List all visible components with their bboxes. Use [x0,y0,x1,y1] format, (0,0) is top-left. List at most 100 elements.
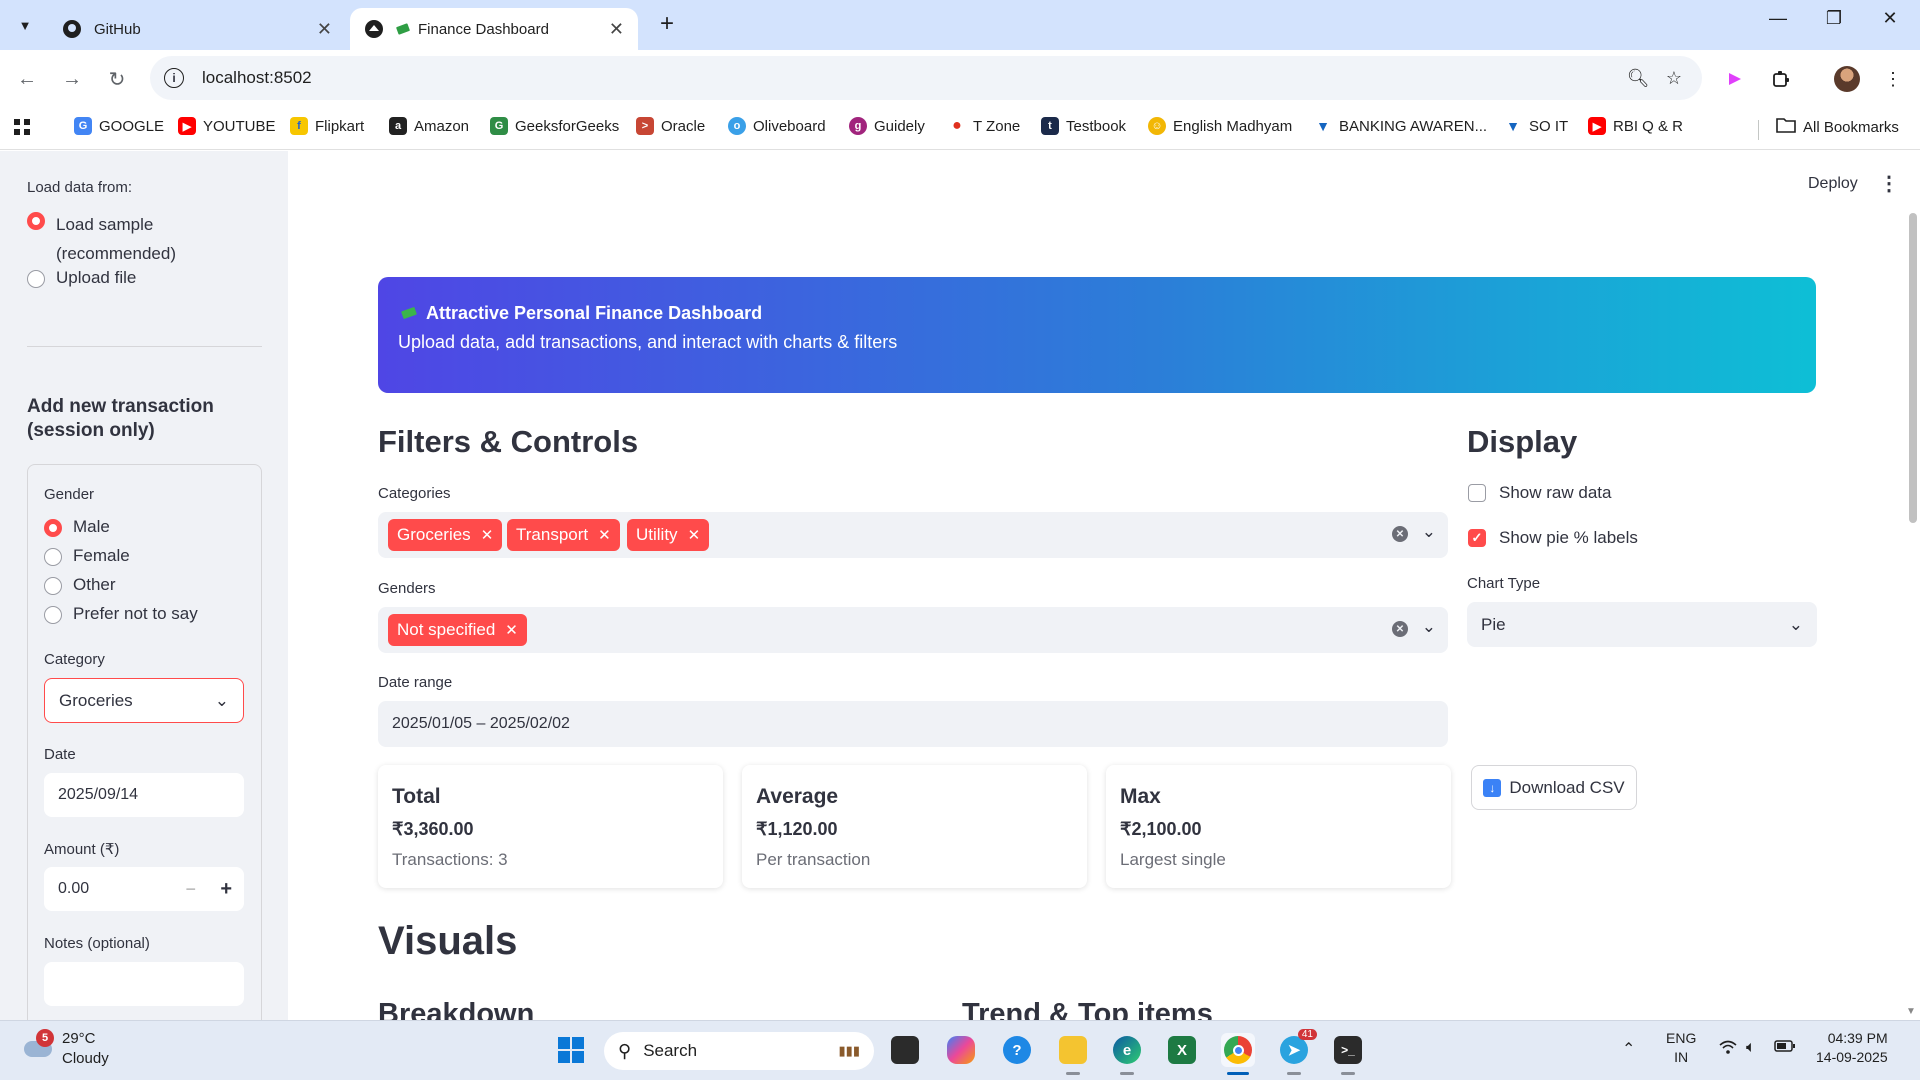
all-bookmarks[interactable]: All Bookmarks [1776,117,1899,137]
oliveboard-icon: o [728,117,746,135]
close-icon[interactable]: ✕ [688,526,701,544]
site-info-icon[interactable]: i [164,68,184,88]
so-it-icon: ▼ [1506,118,1520,134]
bookmark-geeksforgeeks[interactable]: G GeeksforGeeks [490,117,619,135]
taskbar-app-copilot[interactable] [944,1033,978,1067]
weather-widget[interactable]: 5 29°C Cloudy [22,1029,109,1069]
download-csv-button[interactable]: ↓ Download CSV [1471,765,1637,810]
plus-icon[interactable]: + [220,878,232,901]
show-raw-data-checkbox[interactable]: Show raw data [1468,483,1611,503]
url-text[interactable]: localhost:8502 [202,68,1620,88]
volume-icon[interactable]: 🔈︎ [1746,1039,1756,1057]
minus-icon[interactable]: − [185,879,196,900]
chart-type-select[interactable]: Pie ⌄ [1467,602,1817,647]
battery-icon[interactable] [1774,1039,1796,1058]
deploy-button[interactable]: Deploy [1808,175,1858,193]
radio-gender-other[interactable]: Other [44,575,116,595]
profile-avatar[interactable] [1834,66,1860,92]
taskbar-app-telegram[interactable]: ➤ 41 [1277,1029,1317,1075]
close-window-button[interactable]: ✕ [1870,8,1910,29]
bookmark-tzone[interactable]: ● T Zone [948,117,1020,135]
taskbar-app-terminal[interactable]: >_ [1331,1033,1365,1075]
categories-multiselect[interactable]: Groceries ✕ Transport ✕ Utility ✕ ✕ ⌄ [378,512,1448,558]
start-button[interactable] [554,1033,588,1067]
bookmark-testbook[interactable]: t Testbook [1041,117,1126,135]
radio-gender-prefer-not[interactable]: Prefer not to say [44,604,198,624]
scrollbar[interactable] [1909,213,1917,523]
reload-button[interactable]: ↻ [102,64,132,94]
radio-unselected-icon [44,548,62,566]
taskbar-app-excel[interactable]: X [1165,1033,1199,1067]
category-select[interactable]: Groceries ⌄ [44,678,244,723]
radio-load-sample[interactable]: Load sample (recommended) [27,210,247,268]
main-menu-icon[interactable]: ⋮ [1879,171,1899,196]
minimize-button[interactable]: — [1758,8,1798,29]
chevron-down-icon[interactable]: ⌄ [1422,617,1436,637]
tab-search-button[interactable]: ▼ [10,11,40,39]
chip-transport[interactable]: Transport ✕ [507,519,620,551]
taskbar-search[interactable]: ⚲ Search ▮▮▮ [604,1032,874,1070]
oracle-icon: > [636,117,654,135]
taskbar-app-explorer[interactable] [1056,1033,1090,1075]
wifi-icon[interactable] [1718,1039,1738,1060]
radio-upload-file[interactable]: Upload file [27,268,136,288]
close-icon[interactable]: ✕ [505,621,518,639]
close-icon[interactable]: ✕ [481,526,494,544]
amazon-icon: a [389,117,407,135]
bookmark-youtube[interactable]: ▶ YOUTUBE [178,117,276,135]
bookmark-google[interactable]: G GOOGLE [74,117,164,135]
bookmark-so-it[interactable]: ▼ SO IT [1504,117,1568,135]
bookmark-rbi[interactable]: ▶ RBI Q & R [1588,117,1683,135]
back-button[interactable]: ← [12,64,42,94]
apps-icon[interactable] [12,117,32,137]
notes-input[interactable] [44,962,244,1006]
bookmark-guidely[interactable]: g Guidely [849,117,925,135]
clock[interactable]: 04:39 PM 14-09-2025 [1816,1029,1888,1067]
bookmark-label: Oliveboard [753,117,826,135]
zoom-icon[interactable]: 🔍︎ [1620,68,1656,89]
extension-icon[interactable] [1720,64,1750,94]
chip-utility[interactable]: Utility ✕ [627,519,710,551]
close-icon[interactable]: ✕ [609,19,624,40]
language-indicator[interactable]: ENG IN [1666,1029,1696,1067]
show-pie-labels-checkbox[interactable]: ✓ Show pie % labels [1468,528,1638,548]
chip-label: Transport [516,525,589,544]
clear-icon[interactable]: ✕ [1392,526,1408,542]
tab-title: GitHub [94,20,141,38]
address-bar[interactable]: i localhost:8502 🔍︎ ☆ [150,56,1702,100]
clear-icon[interactable]: ✕ [1392,621,1408,637]
scroll-down-icon[interactable]: ▼ [1906,1006,1916,1017]
taskbar-app-help[interactable]: ? [1000,1033,1034,1067]
date-range-input[interactable]: 2025/01/05 – 2025/02/02 [378,701,1448,747]
puzzle-icon[interactable] [1766,64,1796,94]
genders-multiselect[interactable]: Not specified ✕ ✕ ⌄ [378,607,1448,653]
star-icon[interactable]: ☆ [1656,68,1692,89]
chevron-down-icon[interactable]: ⌄ [1422,522,1436,542]
chevron-up-icon[interactable]: ⌃ [1622,1039,1635,1059]
bookmark-flipkart[interactable]: f Flipkart [290,117,364,135]
close-icon[interactable]: ✕ [598,526,611,544]
radio-unselected-icon [44,606,62,624]
chip-groceries[interactable]: Groceries ✕ [388,519,503,551]
chip-label: Not specified [397,620,496,639]
forward-button[interactable]: → [57,64,87,94]
new-tab-button[interactable]: + [652,10,682,38]
chip-not-specified[interactable]: Not specified ✕ [388,614,527,646]
radio-gender-female[interactable]: Female [44,546,130,566]
bookmark-oliveboard[interactable]: o Oliveboard [728,117,826,135]
tab-finance-dashboard[interactable]: Finance Dashboard ✕ [350,8,638,50]
restore-button[interactable]: ❐ [1814,8,1854,29]
taskbar-app-taskview[interactable] [888,1033,922,1067]
date-input[interactable]: 2025/09/14 [44,773,244,817]
menu-kebab-icon[interactable]: ⋮ [1878,64,1908,94]
taskbar-app-chrome[interactable] [1221,1033,1255,1075]
amount-input[interactable]: 0.00 − + [44,867,244,911]
close-icon[interactable]: ✕ [317,19,332,40]
bookmark-banking[interactable]: ▼ BANKING AWAREN... [1314,117,1487,135]
bookmark-amazon[interactable]: a Amazon [389,117,469,135]
tab-github[interactable]: GitHub ✕ [48,8,346,50]
bookmark-english-madhyam[interactable]: ☺ English Madhyam [1148,117,1292,135]
taskbar-app-edge[interactable]: e [1110,1033,1144,1075]
radio-gender-male[interactable]: Male [44,517,110,537]
bookmark-oracle[interactable]: > Oracle [636,117,705,135]
